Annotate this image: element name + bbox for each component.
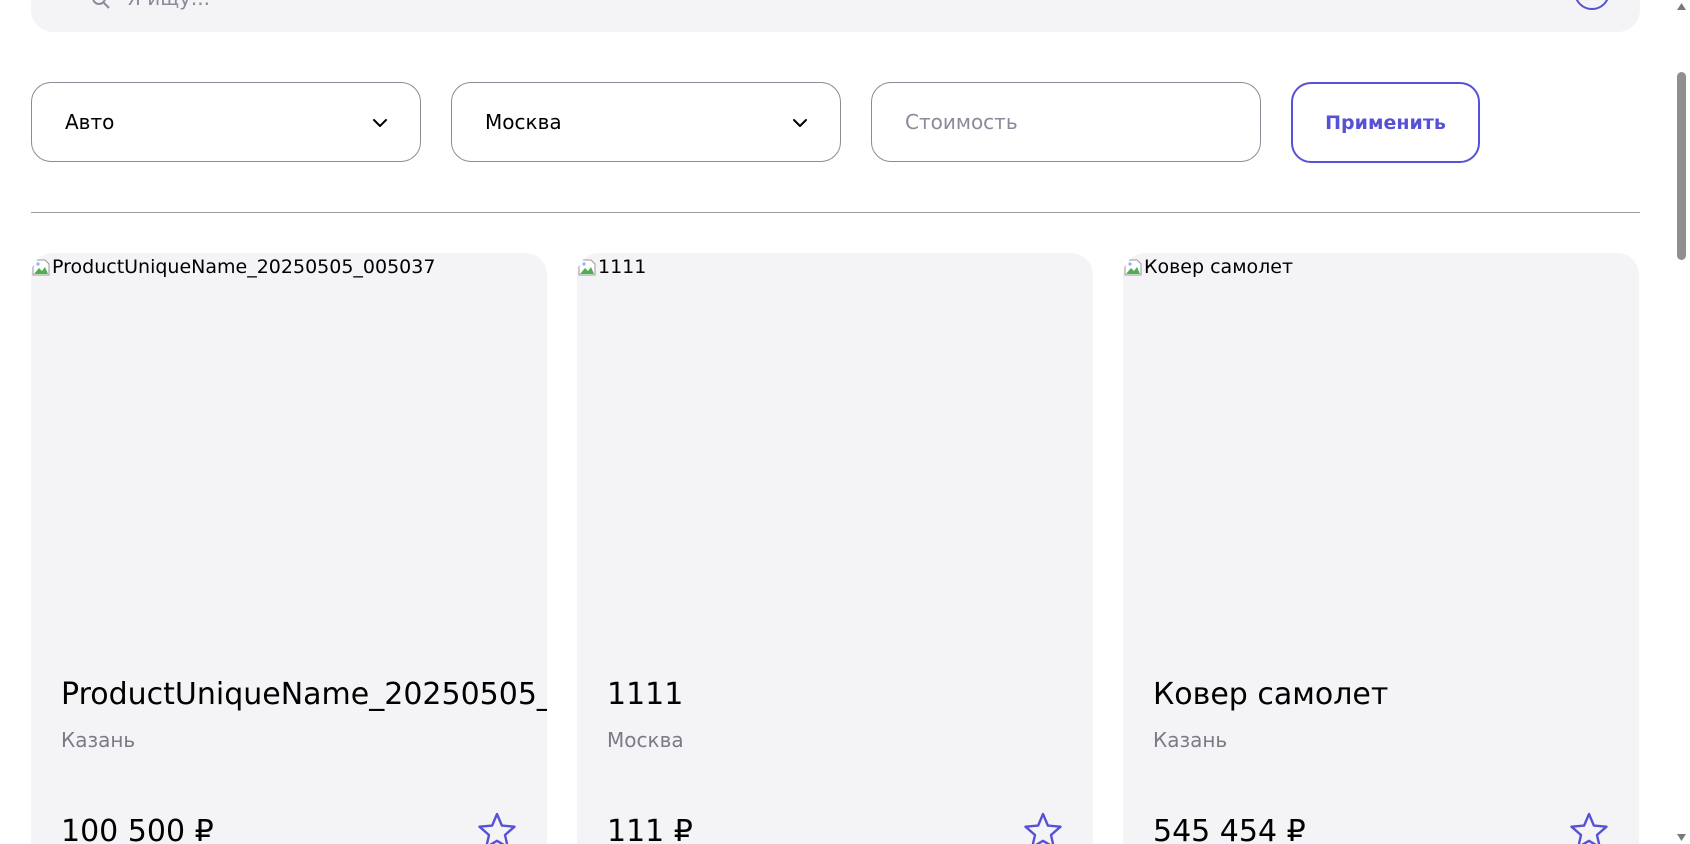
product-image[interactable]: ProductUniqueName_20250505_005037: [31, 254, 435, 280]
product-city: Казань: [1153, 728, 1228, 752]
broken-image-icon: [578, 259, 596, 276]
chevron-down-icon: [373, 119, 387, 127]
divider: [31, 212, 1640, 213]
category-select-value: Авто: [65, 110, 115, 134]
vertical-scrollbar[interactable]: [1673, 0, 1690, 844]
star-icon[interactable]: [1569, 811, 1609, 844]
broken-image-icon: [32, 259, 50, 276]
apply-button[interactable]: Применить: [1291, 82, 1480, 163]
product-card[interactable]: ProductUniqueName_20250505_005037 Produc…: [31, 253, 547, 844]
chevron-down-icon: [793, 119, 807, 127]
star-icon[interactable]: [1023, 811, 1063, 844]
product-price: 111 ₽: [607, 814, 693, 844]
product-image-alt: ProductUniqueName_20250505_005037: [52, 256, 436, 278]
product-title[interactable]: Ковер самолет: [1153, 677, 1388, 712]
category-select[interactable]: Авто: [31, 82, 421, 162]
product-price: 545 454 ₽: [1153, 814, 1306, 844]
product-city: Казань: [61, 728, 136, 752]
product-card[interactable]: 1111 1111 Москва 111 ₽: [577, 253, 1093, 844]
price-input[interactable]: [871, 82, 1261, 162]
search-action-button[interactable]: [1574, 0, 1610, 10]
arrow-up-icon[interactable]: [1677, 3, 1686, 10]
search-icon: [92, 0, 110, 9]
product-city: Москва: [607, 728, 684, 752]
product-image-alt: Ковер самолет: [1144, 256, 1294, 278]
product-image[interactable]: 1111: [577, 254, 646, 280]
product-title[interactable]: ProductUniqueName_20250505_005037: [61, 677, 547, 712]
star-icon[interactable]: [477, 811, 517, 844]
product-image-alt: 1111: [598, 256, 647, 278]
search-bar[interactable]: Я ищу...: [31, 0, 1640, 32]
broken-image-icon: [1124, 259, 1142, 276]
product-image[interactable]: Ковер самолет: [1123, 254, 1293, 280]
city-select[interactable]: Москва: [451, 82, 841, 162]
page: Я ищу... Авто Москва Применить ProductUn…: [0, 0, 1690, 844]
search-placeholder[interactable]: Я ищу...: [127, 0, 210, 10]
scrollbar-thumb[interactable]: [1677, 72, 1686, 260]
city-select-value: Москва: [485, 110, 562, 134]
product-price: 100 500 ₽: [61, 814, 214, 844]
product-card[interactable]: Ковер самолет Ковер самолет Казань 545 4…: [1123, 253, 1639, 844]
product-title[interactable]: 1111: [607, 677, 683, 712]
arrow-down-icon[interactable]: [1677, 834, 1686, 841]
